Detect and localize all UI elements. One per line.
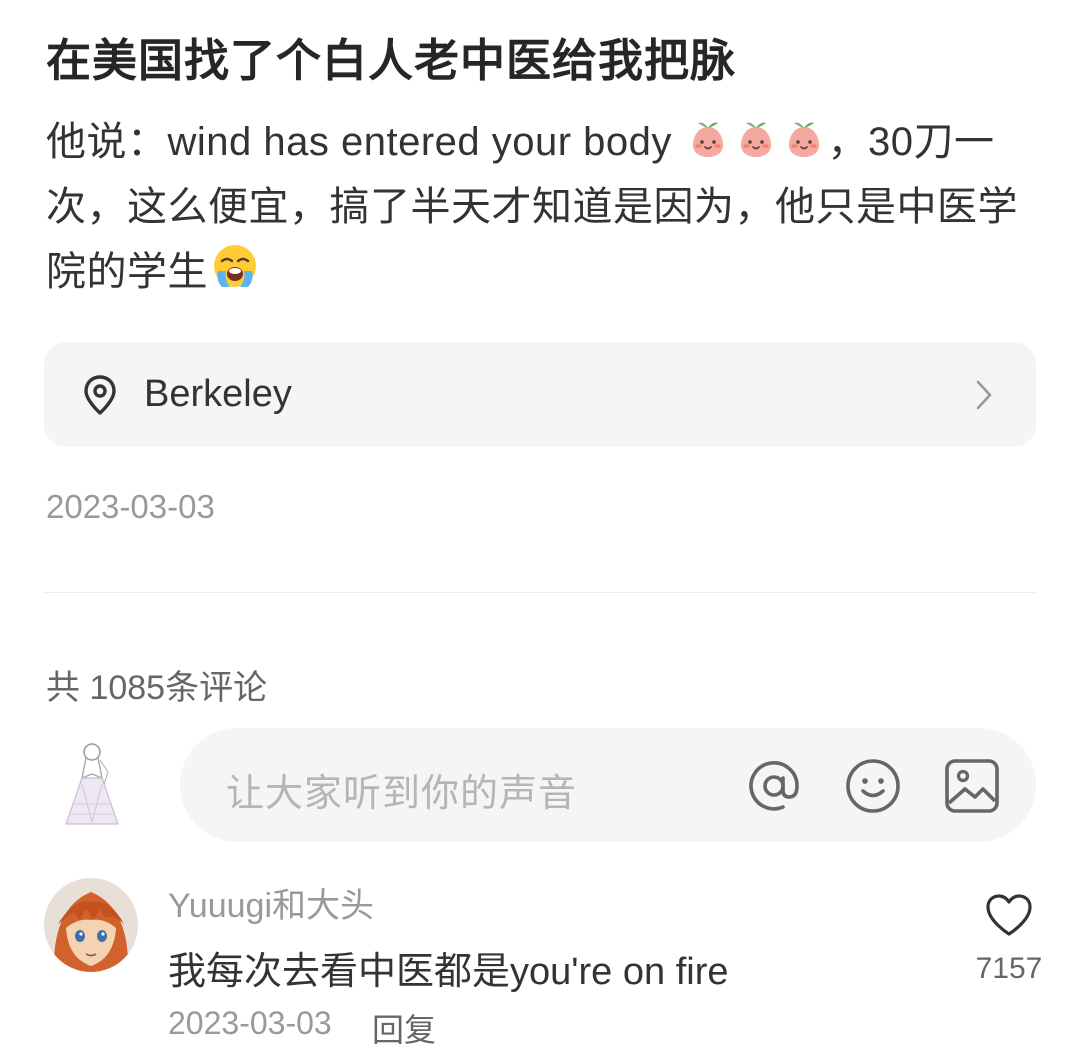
post-title: 在美国找了个白人老中医给我把脉 — [46, 35, 737, 86]
loudly-crying-face-icon — [210, 241, 260, 291]
post-date: 2023-03-03 — [46, 488, 215, 525]
image-icon[interactable] — [943, 757, 1001, 815]
at-icon[interactable] — [745, 757, 803, 815]
location-card[interactable]: Berkeley — [44, 342, 1036, 447]
peach-face-icon — [686, 117, 730, 161]
location-pin-icon — [84, 374, 116, 415]
post-body: 他说：wind has entered your body ，30刀一次，这么便… — [46, 110, 1036, 305]
commenter-username[interactable]: Yuuugi和大头 — [168, 878, 374, 927]
smile-icon[interactable] — [844, 757, 902, 815]
location-label: Berkeley — [144, 373, 292, 415]
like-count: 7157 — [975, 952, 1043, 985]
peach-face-icon — [782, 117, 826, 161]
comment-text: 我每次去看中医都是you're on fire — [168, 951, 729, 993]
chevron-right-icon — [976, 380, 992, 410]
post-body-text-1: 他说：wind has entered your body — [46, 120, 684, 164]
comment-count: 共 1085条评论 — [46, 669, 268, 707]
commenter-avatar[interactable] — [44, 878, 138, 972]
peach-face-icon — [734, 117, 778, 161]
avatar[interactable] — [52, 738, 132, 834]
heart-icon[interactable] — [984, 892, 1034, 938]
divider — [44, 592, 1036, 593]
comment-input[interactable]: 让大家听到你的声音 — [180, 728, 1036, 842]
comment-date: 2023-03-03 — [168, 1005, 332, 1041]
comment-input-placeholder: 让大家听到你的声音 — [226, 773, 578, 815]
reply-button[interactable]: 回复 — [372, 1005, 436, 1051]
